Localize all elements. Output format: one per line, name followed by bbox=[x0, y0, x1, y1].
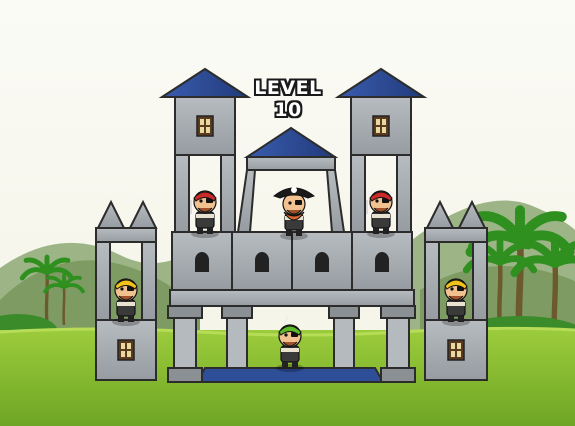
game-canvas[interactable] bbox=[0, 0, 575, 426]
stone-slab[interactable] bbox=[169, 289, 415, 307]
stone-pillar[interactable] bbox=[424, 241, 440, 321]
stone-slab[interactable] bbox=[424, 227, 488, 243]
stone-pillar[interactable] bbox=[174, 154, 190, 233]
stone-pillar[interactable] bbox=[472, 241, 488, 321]
stone-slab[interactable] bbox=[246, 156, 336, 171]
stone-pillar[interactable] bbox=[396, 154, 412, 233]
stone-slab[interactable] bbox=[95, 227, 157, 243]
stone-pillar[interactable] bbox=[220, 154, 236, 233]
stone-pillar[interactable] bbox=[95, 241, 111, 321]
level-indicator: LEVEL 10 bbox=[254, 77, 322, 121]
stone-pillar[interactable] bbox=[350, 154, 366, 233]
game-scene[interactable]: LEVEL 10 bbox=[0, 0, 575, 426]
stone-pillar[interactable] bbox=[141, 241, 157, 321]
